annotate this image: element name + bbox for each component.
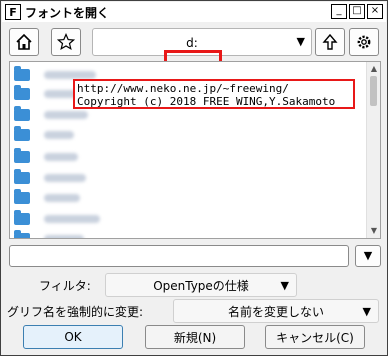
list-item[interactable]: [14, 210, 100, 228]
toolbar: d: ▼: [9, 28, 379, 90]
drive-value: d:: [186, 36, 198, 50]
list-item[interactable]: [14, 126, 74, 144]
path-row: ▼: [9, 245, 381, 267]
blurred-folder-name: [44, 71, 96, 79]
folder-icon: [14, 148, 30, 163]
cancel-button[interactable]: キャンセル(C): [265, 325, 365, 349]
settings-button[interactable]: [349, 28, 379, 56]
folder-icon: [14, 106, 30, 121]
minimize-button[interactable]: _: [331, 4, 347, 19]
chevron-down-icon: ▼: [280, 279, 289, 292]
app-icon: F: [5, 4, 21, 20]
list-item[interactable]: [14, 230, 84, 238]
folder-icon: [14, 210, 30, 225]
window-title: フォントを開く: [25, 5, 110, 20]
scroll-down-icon[interactable]: ▼: [369, 226, 379, 236]
credit-copyright: Copyright (c) 2018 FREE WING,Y.Sakamoto: [77, 95, 336, 108]
rename-dropdown[interactable]: 名前を変更しない ▼: [173, 299, 379, 323]
list-item[interactable]: [14, 148, 78, 166]
blurred-folder-name: [44, 194, 80, 202]
ok-label: OK: [64, 330, 82, 344]
blurred-folder-name: [44, 174, 86, 182]
title-bar[interactable]: F フォントを開く _ □ ×: [2, 2, 386, 22]
ok-button[interactable]: OK: [23, 325, 123, 349]
open-font-dialog: F フォントを開く _ □ × d: ▼ ▲ ▼ http://www.neko…: [0, 0, 388, 356]
blurred-folder-name: [44, 131, 74, 139]
path-dropdown-button[interactable]: ▼: [355, 245, 381, 267]
list-item[interactable]: [14, 189, 80, 207]
close-button[interactable]: ×: [367, 4, 383, 19]
blurred-folder-name: [44, 215, 100, 223]
credit-url: http://www.neko.ne.jp/~freewing/: [77, 82, 289, 95]
filter-dropdown[interactable]: OpenTypeの仕様 ▼: [105, 273, 297, 297]
folder-icon: [14, 66, 30, 81]
list-item[interactable]: [14, 85, 82, 103]
path-input[interactable]: [9, 245, 349, 267]
chevron-down-icon: ▼: [363, 249, 373, 262]
folder-icon: [14, 126, 30, 141]
new-button[interactable]: 新規(N): [145, 325, 245, 349]
new-label: 新規(N): [173, 330, 217, 345]
home-icon: [16, 33, 32, 50]
list-item[interactable]: [14, 169, 86, 187]
chevron-down-icon: ▼: [296, 35, 305, 48]
blurred-folder-name: [44, 235, 84, 238]
credit-overlay: http://www.neko.ne.jp/~freewing/ Copyrig…: [73, 79, 355, 109]
rename-value: 名前を変更しない: [227, 304, 324, 319]
folder-icon: [14, 169, 30, 184]
blurred-folder-name: [44, 111, 88, 119]
rename-label: グリフ名を強制的に変更:: [7, 305, 144, 319]
vertical-scrollbar[interactable]: ▲ ▼: [366, 62, 380, 238]
folder-icon: [14, 85, 30, 100]
maximize-button[interactable]: □: [349, 4, 365, 19]
folder-icon: [14, 189, 30, 204]
favorites-button[interactable]: [51, 28, 81, 56]
home-button[interactable]: [9, 28, 39, 56]
filter-label: フィルタ:: [39, 279, 91, 293]
cancel-label: キャンセル(C): [276, 330, 354, 345]
star-icon: [57, 33, 75, 51]
chevron-down-icon: ▼: [362, 305, 371, 318]
scroll-thumb[interactable]: [370, 76, 377, 106]
scroll-up-icon[interactable]: ▲: [369, 64, 379, 74]
folder-icon: [14, 230, 30, 238]
up-arrow-icon: [322, 33, 338, 50]
gear-icon: [357, 35, 371, 49]
filter-value: OpenTypeの仕様: [153, 278, 249, 293]
blurred-folder-name: [44, 153, 78, 161]
up-folder-button[interactable]: [315, 28, 345, 56]
